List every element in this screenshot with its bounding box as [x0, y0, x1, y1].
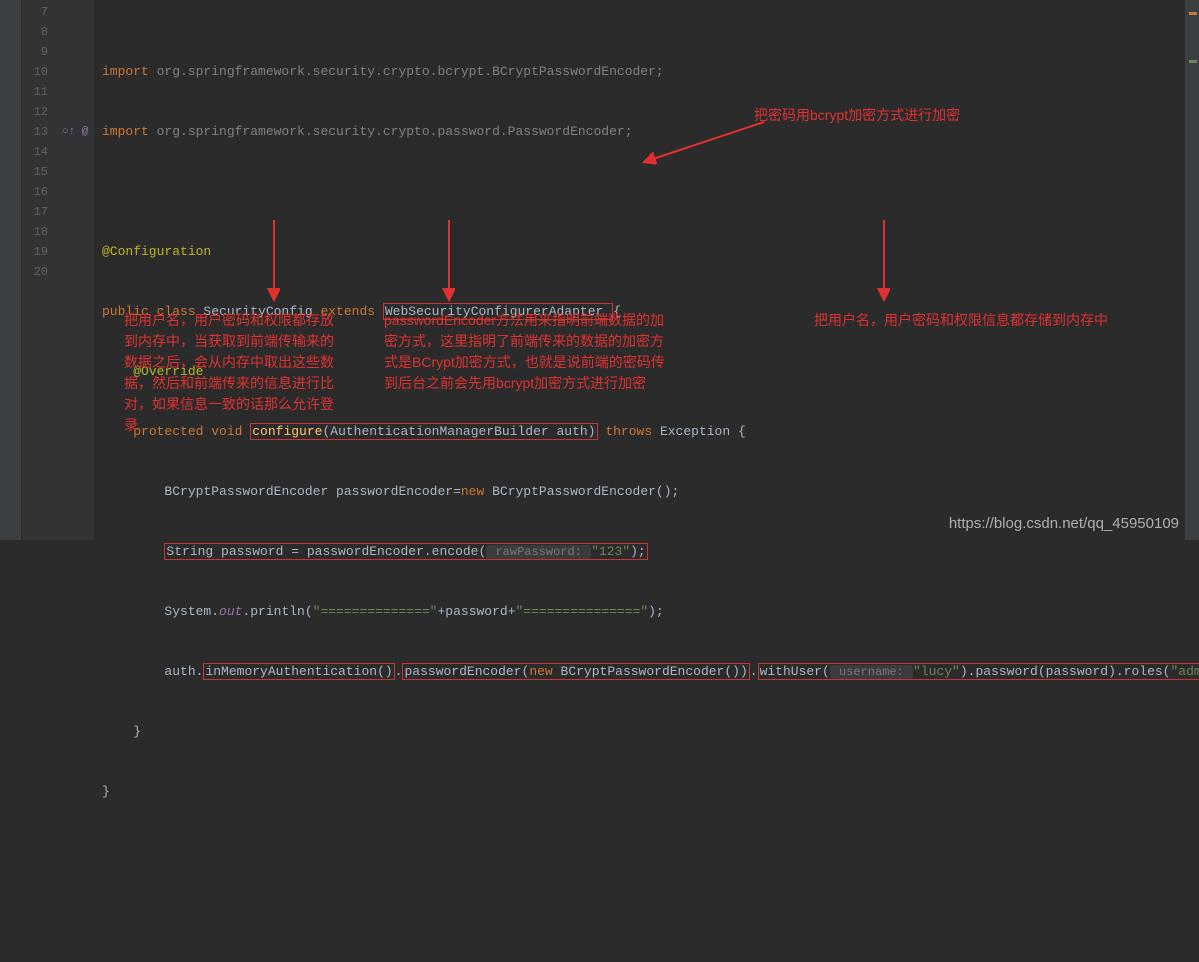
annotation-middle: passwordEncoder方法用来指明前端数据的加密方式，这里指明了前端传来…	[384, 310, 674, 394]
warning-marker[interactable]	[1189, 12, 1197, 15]
arrow-left	[254, 220, 294, 310]
redbox-superclass: WebSecurityConfigurerAdapter	[383, 303, 613, 320]
line-number-gutter: 7891011121314151617181920	[22, 0, 60, 540]
info-marker[interactable]	[1189, 60, 1197, 63]
left-toolwindow-strip	[0, 0, 22, 540]
code-line-19: }	[102, 782, 1199, 802]
code-line-12: @Override	[102, 362, 1199, 382]
redbox-inmemory: inMemoryAuthentication()	[203, 663, 394, 680]
code-line-11: public class SecurityConfig extends WebS…	[102, 302, 1199, 322]
code-line-13: protected void configure(AuthenticationM…	[102, 422, 1199, 442]
right-error-stripe[interactable]	[1185, 0, 1199, 540]
code-area[interactable]: import org.springframework.security.cryp…	[94, 0, 1199, 540]
code-line-7: import org.springframework.security.cryp…	[102, 62, 1199, 82]
watermark-text: https://blog.csdn.net/qq_45950109	[949, 515, 1179, 532]
code-line-15: String password = passwordEncoder.encode…	[102, 542, 1199, 562]
code-line-20	[102, 842, 1199, 862]
redbox-withuser: withUser( username: "lucy").password(pas…	[758, 663, 1199, 680]
code-line-16: System.out.println("=============="+pass…	[102, 602, 1199, 622]
code-line-17: auth.inMemoryAuthentication().passwordEn…	[102, 662, 1199, 682]
code-line-9	[102, 182, 1199, 202]
arrow-middle	[429, 220, 469, 310]
code-line-8: import org.springframework.security.cryp…	[102, 122, 1199, 142]
code-line-14: BCryptPasswordEncoder passwordEncoder=ne…	[102, 482, 1199, 502]
redbox-pwencoder: passwordEncoder(new BCryptPasswordEncode…	[402, 663, 749, 680]
redbox-configure: configure(AuthenticationManagerBuilder a…	[250, 423, 597, 440]
arrow-bottom-right	[864, 220, 904, 310]
code-line-18: }	[102, 722, 1199, 742]
code-line-10: @Configuration	[102, 242, 1199, 262]
gutter-icons: ○↑ @	[60, 0, 94, 540]
redbox-encode: String password = passwordEncoder.encode…	[164, 543, 647, 560]
